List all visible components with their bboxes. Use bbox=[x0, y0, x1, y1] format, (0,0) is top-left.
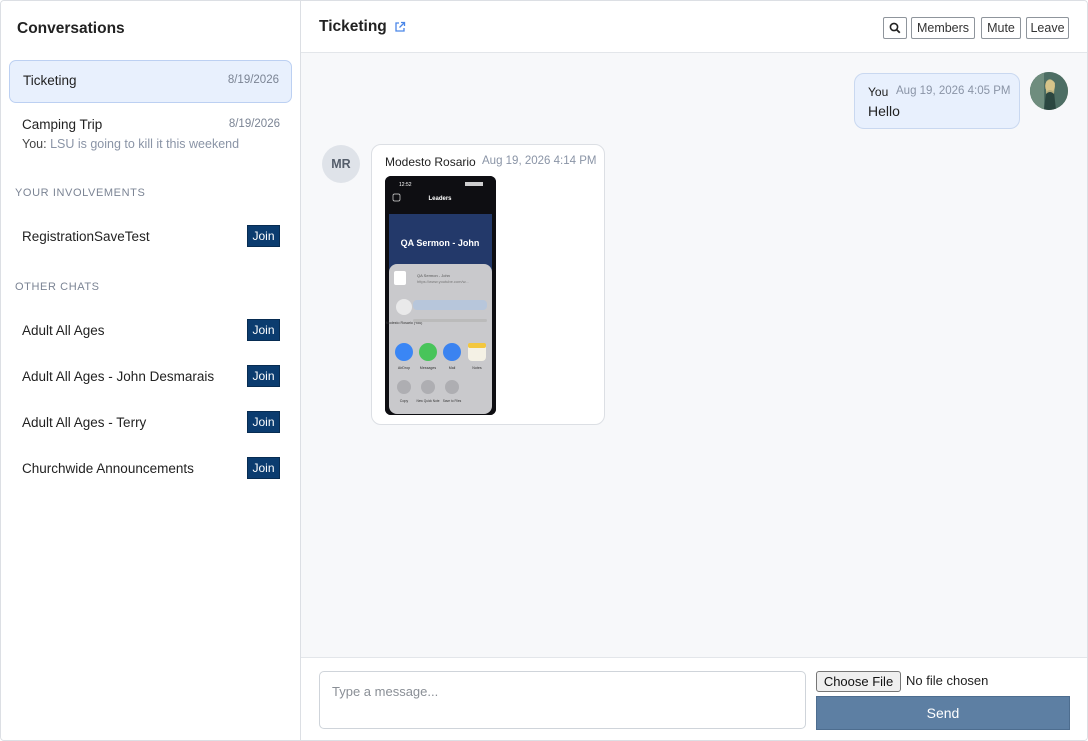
chat-name: Churchwide Announcements bbox=[22, 461, 194, 476]
external-link-icon[interactable] bbox=[394, 21, 406, 33]
message-sender: You bbox=[868, 85, 889, 99]
sidebar: Conversations Ticketing 8/19/2026 Campin… bbox=[1, 1, 301, 740]
message-sender: Modesto Rosario bbox=[385, 155, 476, 169]
message-text: Hello bbox=[868, 103, 900, 119]
search-button[interactable] bbox=[883, 17, 907, 39]
message-bubble-own: You Aug 19, 2026 4:05 PM Hello bbox=[854, 73, 1020, 129]
chat-name: Adult All Ages - Terry bbox=[22, 415, 147, 430]
share-action-label: New Quick Note bbox=[416, 399, 439, 403]
share-app-label: Mail bbox=[449, 366, 456, 370]
message-timestamp: Aug 19, 2026 4:05 PM bbox=[896, 85, 1011, 97]
leave-button[interactable]: Leave bbox=[1026, 17, 1069, 39]
avatar-initials: MR bbox=[322, 145, 360, 183]
message-bubble-other: Modesto Rosario Aug 19, 2026 4:14 PM 12:… bbox=[371, 144, 605, 425]
conversation-item-camping-trip[interactable]: Camping Trip 8/19/2026 You: LSU is going… bbox=[9, 105, 292, 157]
share-action-label: Save to Files bbox=[443, 399, 462, 403]
preview-sender: You: bbox=[22, 137, 47, 151]
phone-status-time: 12:52 bbox=[399, 182, 412, 188]
section-label-other-chats: OTHER CHATS bbox=[15, 281, 100, 293]
share-url: https://www.youtube.com/w... bbox=[417, 279, 469, 284]
conversation-name: Ticketing bbox=[23, 73, 77, 88]
avatar bbox=[1030, 72, 1068, 110]
message-timestamp: Aug 19, 2026 4:14 PM bbox=[482, 155, 597, 167]
join-button[interactable]: Join bbox=[247, 457, 280, 479]
chat-name: Adult All Ages - John Desmarais bbox=[22, 369, 215, 384]
join-button[interactable]: Join bbox=[247, 225, 280, 247]
share-action-label: Copy bbox=[400, 399, 409, 403]
chat-name: Adult All Ages bbox=[22, 323, 105, 338]
conversation-preview: You: LSU is going to kill it this weeken… bbox=[22, 137, 239, 151]
share-app-label: Messages bbox=[420, 366, 437, 370]
conversation-date: 8/19/2026 bbox=[228, 118, 280, 130]
other-chat-item[interactable]: Churchwide Announcements Join bbox=[22, 457, 280, 481]
share-title: QA Sermon - John bbox=[417, 273, 450, 278]
conversation-date: 8/19/2026 bbox=[227, 74, 279, 86]
other-chat-item[interactable]: Adult All Ages Join bbox=[22, 319, 280, 343]
phone-screen-title: Leaders bbox=[428, 196, 452, 202]
image-attachment[interactable]: 12:52 Leaders QA Sermon - John QA Sermon… bbox=[385, 176, 496, 415]
screenshot-image: 12:52 Leaders QA Sermon - John QA Sermon… bbox=[385, 176, 496, 415]
search-icon bbox=[889, 22, 901, 34]
composer: Choose File No file chosen Send bbox=[301, 657, 1087, 740]
share-app-label: AirDrop bbox=[398, 366, 410, 370]
join-button[interactable]: Join bbox=[247, 365, 280, 387]
chat-app: Conversations Ticketing 8/19/2026 Campin… bbox=[0, 0, 1088, 741]
mute-button[interactable]: Mute bbox=[981, 17, 1021, 39]
sidebar-title: Conversations bbox=[17, 20, 125, 37]
join-button[interactable]: Join bbox=[247, 319, 280, 341]
file-status: No file chosen bbox=[906, 673, 989, 688]
phone-banner-text: QA Sermon - John bbox=[401, 238, 480, 248]
conversation-name: Camping Trip bbox=[22, 117, 103, 132]
send-button[interactable]: Send bbox=[816, 696, 1070, 730]
conversation-item-ticketing[interactable]: Ticketing 8/19/2026 bbox=[9, 60, 292, 103]
message-list: You Aug 19, 2026 4:05 PM Hello MR Modest… bbox=[301, 54, 1087, 657]
other-chat-item[interactable]: Adult All Ages - John Desmarais Join bbox=[22, 365, 280, 389]
section-label-involvements: YOUR INVOLVEMENTS bbox=[15, 187, 146, 199]
preview-text: LSU is going to kill it this weekend bbox=[50, 137, 240, 151]
chat-panel: Ticketing Members Mute Leave You Aug 19,… bbox=[301, 1, 1087, 740]
choose-file-button[interactable]: Choose File bbox=[816, 671, 901, 692]
chat-title: Ticketing bbox=[319, 18, 387, 35]
share-app-label: Notes bbox=[472, 366, 482, 370]
user-photo-icon bbox=[1030, 72, 1068, 110]
join-button[interactable]: Join bbox=[247, 411, 280, 433]
other-chat-item[interactable]: Adult All Ages - Terry Join bbox=[22, 411, 280, 435]
members-button[interactable]: Members bbox=[911, 17, 975, 39]
involvement-name: RegistrationSaveTest bbox=[22, 229, 150, 244]
message-input[interactable] bbox=[319, 671, 806, 729]
chat-header: Ticketing Members Mute Leave bbox=[301, 1, 1087, 53]
involvement-item[interactable]: RegistrationSaveTest Join bbox=[22, 225, 280, 249]
